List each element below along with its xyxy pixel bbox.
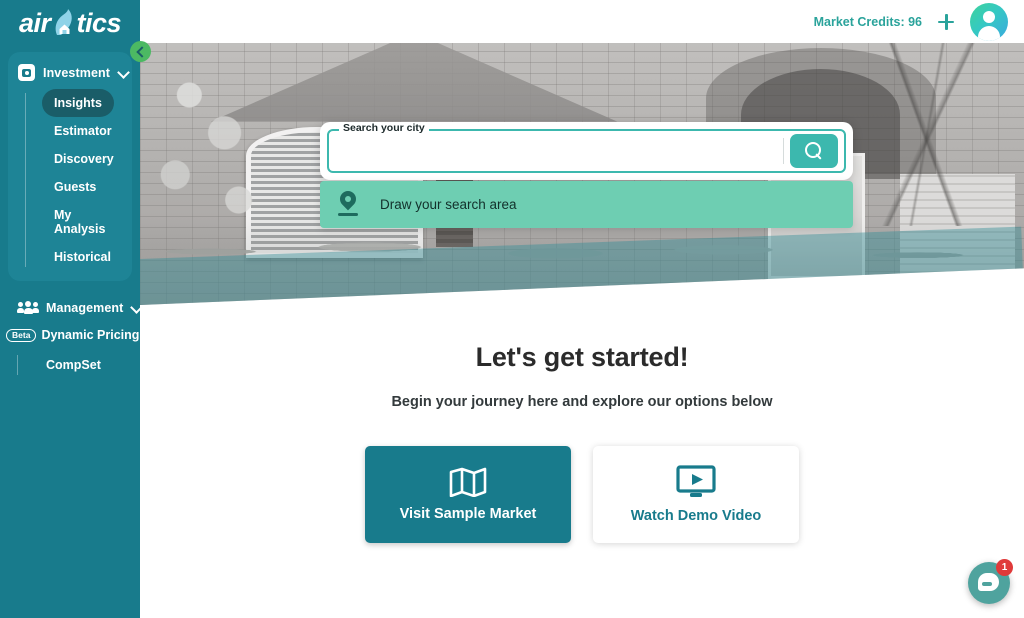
logo-text-first: air xyxy=(18,7,51,38)
search-input[interactable] xyxy=(339,131,777,171)
sidebar-item-estimator[interactable]: Estimator xyxy=(42,117,124,145)
investment-icon xyxy=(18,64,35,81)
sidebar-item-guests[interactable]: Guests xyxy=(42,173,108,201)
top-header-bar: Market Credits: 96 xyxy=(140,0,1024,43)
photo-hedge xyxy=(140,215,1024,305)
draw-search-area-option[interactable]: Draw your search area xyxy=(320,181,853,228)
sidebar-submenu-management: CompSet xyxy=(0,351,140,379)
logo-text-second: tics xyxy=(76,7,122,38)
chevron-down-icon[interactable] xyxy=(118,67,120,79)
people-group-icon xyxy=(17,301,39,315)
search-icon xyxy=(805,142,823,160)
search-panel: Search your city Draw your search area xyxy=(320,122,853,228)
search-field[interactable]: Search your city xyxy=(327,123,846,173)
sidebar-group-label: Investment xyxy=(43,65,110,80)
beta-badge: Beta xyxy=(6,328,37,342)
sidebar-group-management: Management Beta Dynamic Pricing CompSet xyxy=(0,295,140,379)
sidebar-group-header-management[interactable]: Management xyxy=(8,295,132,321)
avatar-head xyxy=(983,10,995,23)
page-title: Let's get started! xyxy=(475,342,689,372)
search-legend-label: Search your city xyxy=(339,123,429,134)
search-button[interactable] xyxy=(790,134,838,168)
sidebar-group-investment: Investment Insights Estimator Discovery … xyxy=(8,52,132,281)
sidebar-item-insights[interactable]: Insights xyxy=(42,89,114,117)
sidebar-item-label: Dynamic Pricing xyxy=(41,328,140,342)
plus-icon[interactable] xyxy=(936,12,956,32)
sidebar-submenu-investment: Insights Estimator Discovery Guests My A… xyxy=(8,89,132,271)
card-label: Visit Sample Market xyxy=(399,506,537,522)
chat-unread-badge: 1 xyxy=(996,559,1013,576)
submenu-rail xyxy=(25,93,26,267)
search-card: Search your city xyxy=(320,122,853,180)
sidebar-item-discovery[interactable]: Discovery xyxy=(42,145,126,173)
chat-bubble-icon[interactable]: 1 xyxy=(968,559,1013,604)
main-content: Let's get started! Begin your journey he… xyxy=(140,305,1024,618)
video-icon xyxy=(675,465,717,499)
sidebar-item-my-analysis[interactable]: My Analysis xyxy=(42,201,132,243)
location-pin-icon xyxy=(336,187,360,219)
sidebar-group-header-investment[interactable]: Investment xyxy=(8,58,132,87)
photo-branches xyxy=(829,43,1024,227)
chat-bubble-shape xyxy=(978,573,999,591)
draw-search-area-label: Draw your search area xyxy=(380,197,517,212)
watch-demo-video-card[interactable]: Watch Demo Video xyxy=(593,446,799,543)
sidebar-item-dynamic-pricing[interactable]: Beta Dynamic Pricing xyxy=(6,321,140,349)
sidebar: air tics Investment Insights Estimator D… xyxy=(0,0,140,618)
market-credits-label: Market Credits: 96 xyxy=(813,14,922,29)
avatar-body xyxy=(978,25,1000,41)
card-label: Watch Demo Video xyxy=(630,508,762,524)
submenu-rail xyxy=(17,355,18,375)
sidebar-item-historical[interactable]: Historical xyxy=(42,243,123,271)
app-logo[interactable]: air tics xyxy=(0,0,140,46)
search-divider xyxy=(783,138,784,164)
house-logo-icon xyxy=(51,8,77,38)
app-root: Market Credits: 96 air tics Investment I… xyxy=(0,0,1024,618)
visit-sample-market-card[interactable]: Visit Sample Market xyxy=(365,446,571,543)
page-subtitle: Begin your journey here and explore our … xyxy=(391,394,773,410)
action-cards: Visit Sample Market Watch Demo Video xyxy=(140,446,1024,543)
map-icon xyxy=(449,467,487,498)
sidebar-group-label: Management xyxy=(46,301,124,315)
chevron-left-icon[interactable] xyxy=(130,41,151,62)
sidebar-item-compset[interactable]: CompSet xyxy=(34,351,113,379)
user-avatar-icon[interactable] xyxy=(970,2,1008,41)
